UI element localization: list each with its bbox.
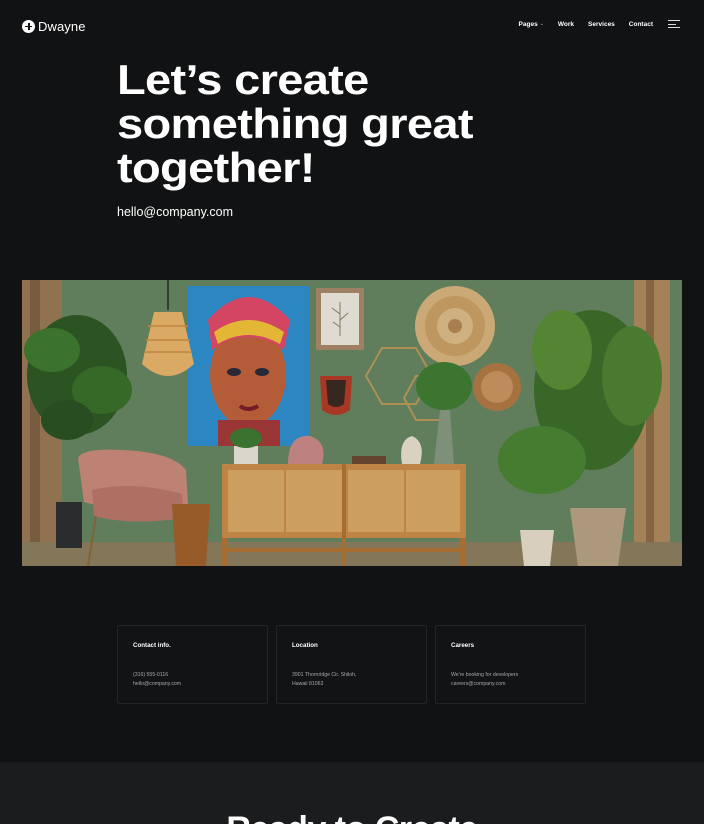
hero-photo: [22, 280, 682, 566]
address-line: 3901 Thornridge Cir. Shiloh,: [292, 672, 357, 678]
cta-title: Ready to Create: [0, 810, 704, 824]
hero-email-link[interactable]: hello@company.com: [117, 205, 233, 219]
hero-title: Let’s create something great together!: [117, 56, 474, 191]
site-header: Dwayne Pages ⌄ Work Services Contact: [0, 0, 704, 52]
careers-text: We're booking for developers: [451, 672, 519, 678]
phone-number[interactable]: (316) 555-0116: [133, 671, 252, 680]
contact-email[interactable]: hello@company.com: [133, 680, 252, 689]
nav-label: Contact: [628, 20, 653, 28]
cta-section: Ready to Create: [0, 762, 704, 824]
careers-email[interactable]: careers@company.com: [451, 680, 570, 689]
card-title: Careers: [451, 642, 475, 649]
main-nav: Pages ⌄ Work Services Contact: [519, 20, 680, 28]
contact-info-card: Contact info. (316) 555-0116 hello@compa…: [117, 625, 268, 704]
logo[interactable]: Dwayne: [22, 19, 86, 34]
plus-circle-icon: [22, 20, 35, 33]
nav-item-pages[interactable]: Pages ⌄: [519, 21, 544, 28]
nav-item-contact[interactable]: Contact: [629, 21, 653, 28]
address-line: Hawaii 81063: [292, 681, 324, 687]
card-title: Location: [292, 642, 318, 649]
careers-card: Careers We're booking for developers car…: [435, 625, 586, 704]
hamburger-icon[interactable]: [668, 20, 680, 28]
card-title: Contact info.: [133, 642, 171, 649]
nav-label: Pages: [518, 20, 538, 28]
nav-label: Work: [557, 20, 575, 28]
brand-name: Dwayne: [38, 19, 86, 34]
nav-item-services[interactable]: Services: [588, 21, 615, 28]
nav-item-work[interactable]: Work: [558, 21, 574, 28]
location-card: Location 3901 Thornridge Cir. Shiloh, Ha…: [276, 625, 427, 704]
nav-label: Services: [588, 20, 615, 28]
info-cards: Contact info. (316) 555-0116 hello@compa…: [117, 625, 586, 704]
chevron-down-icon: ⌄: [539, 21, 544, 27]
interior-illustration: [22, 280, 682, 566]
